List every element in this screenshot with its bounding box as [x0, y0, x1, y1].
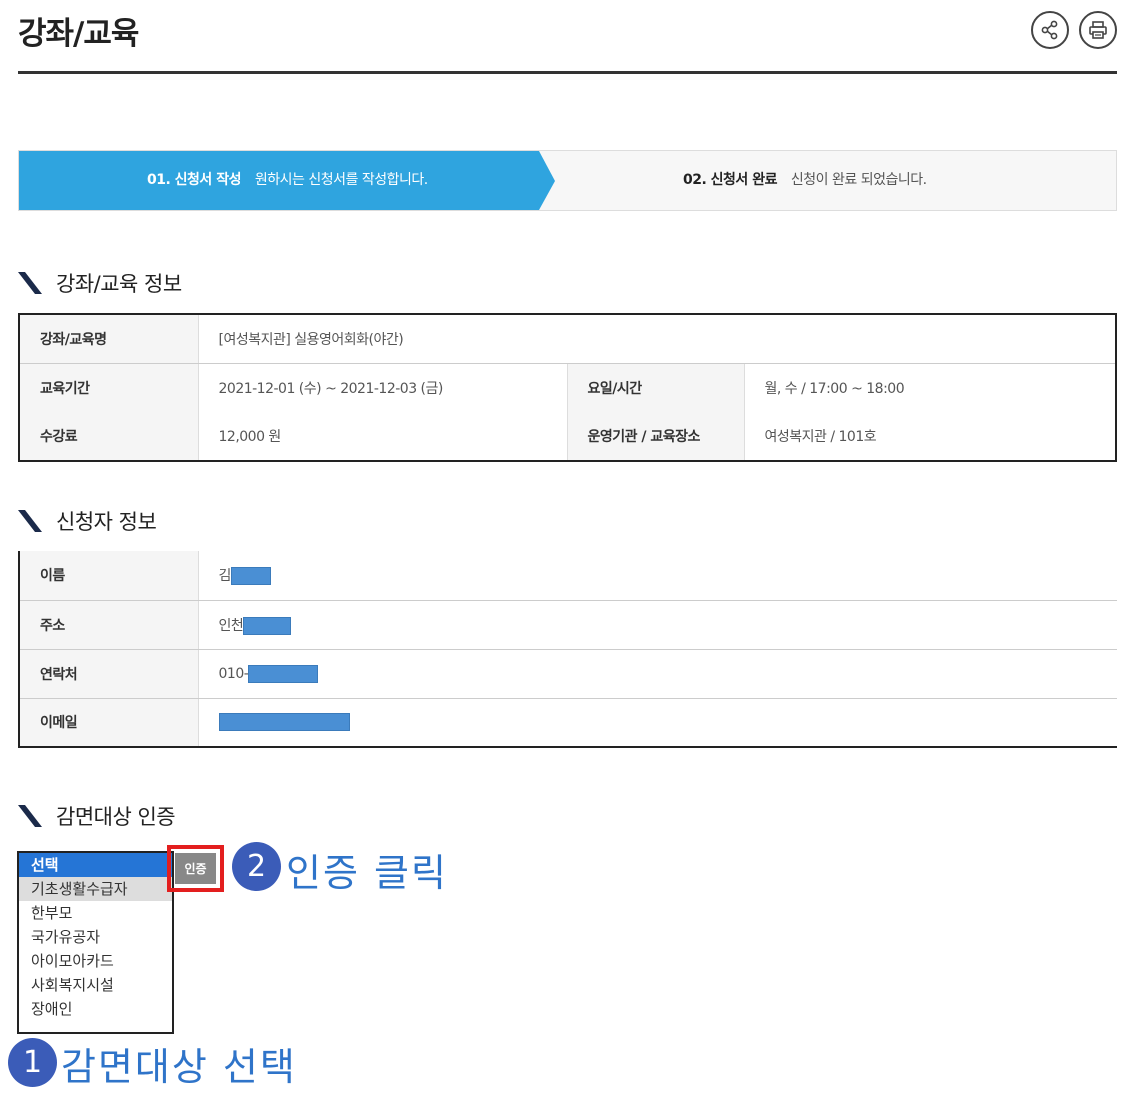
- table-row: 이름 김: [19, 551, 1117, 601]
- share-button[interactable]: [1031, 11, 1069, 49]
- auth-button-highlight: [167, 845, 224, 892]
- step-2: 02. 신청서 완료 신청이 완료 되었습니다.: [683, 151, 927, 210]
- redaction-block: [218, 713, 350, 732]
- table-row: 주소 인천: [19, 600, 1117, 650]
- discount-option-single-parent[interactable]: 한부모: [19, 901, 172, 925]
- print-button[interactable]: [1079, 11, 1117, 49]
- discount-option-veteran[interactable]: 국가유공자: [19, 925, 172, 949]
- discount-option-select[interactable]: 선택: [19, 853, 172, 877]
- fee-value: 12,000 원: [218, 429, 282, 445]
- discount-option-aimoa-card[interactable]: 아이모아카드: [19, 949, 172, 973]
- phone-label: 연락처: [19, 649, 199, 699]
- address-value: 인천: [218, 617, 244, 634]
- share-icon: [1041, 20, 1058, 40]
- discount-option-welfare-facility[interactable]: 사회복지시설: [19, 973, 172, 997]
- redaction-block: [248, 664, 319, 683]
- step-1-label: 01. 신청서 작성: [147, 172, 241, 188]
- applicant-info-heading: 신청자 정보: [18, 506, 157, 536]
- email-label: 이메일: [19, 698, 199, 747]
- period-label: 교육기간: [19, 363, 199, 412]
- step-2-description: 신청이 완료 되었습니다.: [790, 172, 927, 188]
- step-indicator: 01. 신청서 작성 원하시는 신청서를 작성합니다. 02. 신청서 완료 신…: [18, 150, 1117, 211]
- day-time-label: 요일/시간: [566, 363, 744, 412]
- course-info-table: 강좌/교육명 [여성복지관] 실용영어회화(야간) 교육기간 2021-12-0…: [18, 313, 1117, 462]
- name-value: 김: [218, 568, 232, 585]
- table-row: 수강료 12,000 원 운영기관 / 교육장소 여성복지관 / 101호: [19, 412, 1116, 461]
- step-badge-1: 1: [8, 1038, 57, 1087]
- discount-heading: 감면대상 인증: [18, 801, 176, 831]
- title-divider: [18, 71, 1117, 74]
- callout-auth-click: 인증 클릭: [286, 851, 448, 895]
- discount-target-select[interactable]: 선택 기초생활수급자 한부모 국가유공자 아이모아카드 사회복지시설 장애인: [17, 851, 174, 1034]
- organization-value: 여성복지관 / 101호: [743, 412, 1116, 461]
- name-label: 이름: [19, 551, 199, 601]
- step-arrow: [539, 151, 555, 210]
- fee-label: 수강료: [19, 412, 199, 461]
- callout-select-target: 감면대상 선택: [61, 1045, 297, 1089]
- table-row: 이메일: [19, 698, 1117, 747]
- print-icon: [1089, 21, 1107, 39]
- applicant-info-table: 이름 김 주소 인천 연락처 010- 이메일: [18, 551, 1117, 748]
- period-value: 2021-12-01 (수) ~ 2021-12-03 (금): [218, 380, 444, 397]
- course-name-label: 강좌/교육명: [19, 314, 199, 364]
- step-1: 01. 신청서 작성 원하시는 신청서를 작성합니다.: [147, 151, 428, 210]
- redaction-block: [230, 567, 271, 586]
- day-time-value: 월, 수 / 17:00 ~ 18:00: [743, 363, 1116, 412]
- section-slash-icon: [18, 510, 42, 532]
- step-1-description: 원하시는 신청서를 작성합니다.: [254, 172, 428, 188]
- section-slash-icon: [18, 805, 42, 827]
- discount-title: 감면대상 인증: [56, 805, 176, 829]
- course-info-title: 강좌/교육 정보: [56, 272, 182, 296]
- course-name-value: [여성복지관] 실용영어회화(야간): [198, 314, 1116, 364]
- step-badge-2: 2: [232, 842, 281, 891]
- phone-cell: 010-: [198, 649, 1117, 699]
- email-cell: [198, 698, 1117, 747]
- address-cell: 인천: [198, 600, 1117, 650]
- course-info-heading: 강좌/교육 정보: [18, 268, 182, 298]
- table-row: 교육기간 2021-12-01 (수) ~ 2021-12-03 (금) 요일/…: [19, 363, 1116, 412]
- phone-value: 010-: [218, 665, 249, 682]
- table-row: 강좌/교육명 [여성복지관] 실용영어회화(야간): [19, 314, 1116, 364]
- redaction-block: [243, 616, 292, 635]
- step-2-label: 02. 신청서 완료: [683, 172, 777, 188]
- name-cell: 김: [198, 551, 1117, 601]
- page-title: 강좌/교육: [18, 16, 139, 52]
- discount-option-disabled[interactable]: 장애인: [19, 997, 172, 1021]
- discount-option-basic-livelihood[interactable]: 기초생활수급자: [19, 877, 172, 901]
- section-slash-icon: [18, 272, 42, 294]
- organization-label: 운영기관 / 교육장소: [566, 412, 744, 461]
- applicant-info-title: 신청자 정보: [56, 510, 157, 534]
- table-row: 연락처 010-: [19, 649, 1117, 699]
- address-label: 주소: [19, 600, 199, 650]
